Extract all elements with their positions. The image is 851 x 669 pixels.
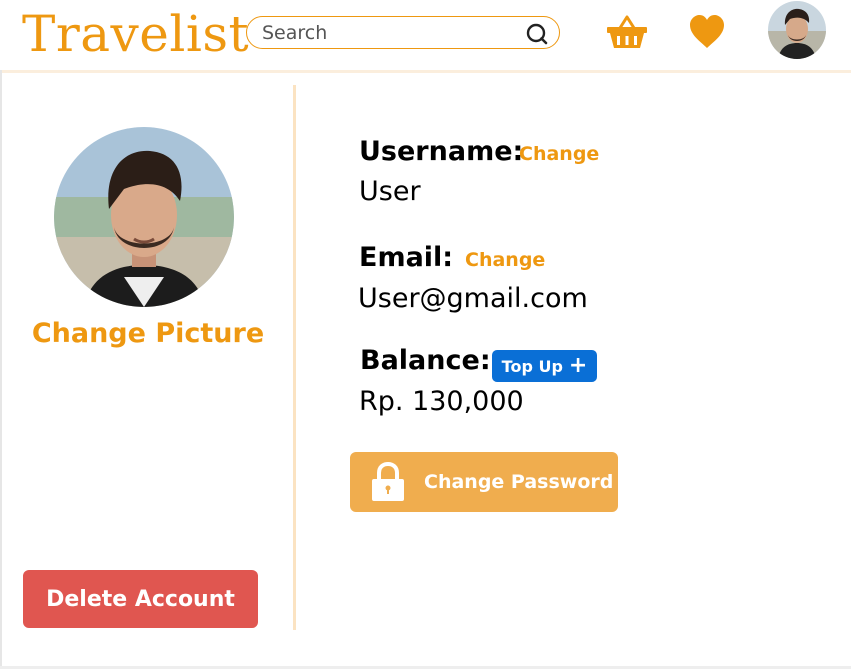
email-label: Email:: [359, 242, 454, 273]
delete-account-button[interactable]: Delete Account: [23, 570, 258, 628]
lock-icon: [372, 462, 404, 501]
left-border: [0, 70, 2, 669]
app-logo[interactable]: Travelist: [22, 2, 249, 66]
email-value: User@gmail.com: [358, 283, 588, 314]
change-username-link[interactable]: Change: [519, 143, 599, 165]
balance-label: Balance:: [360, 345, 491, 376]
vertical-divider: [293, 85, 296, 630]
avatar[interactable]: [768, 1, 826, 59]
change-password-label: Change Password: [424, 471, 614, 493]
top-up-button[interactable]: Top Up +: [492, 350, 597, 382]
plus-icon: +: [568, 353, 588, 378]
change-password-button[interactable]: Change Password: [350, 452, 618, 512]
change-picture-link[interactable]: Change Picture: [0, 318, 296, 349]
balance-value: Rp. 130,000: [359, 386, 524, 417]
search-input[interactable]: [260, 20, 514, 46]
search-icon[interactable]: [525, 22, 549, 46]
search-bar[interactable]: [246, 16, 560, 49]
top-up-label: Top Up: [501, 356, 563, 376]
username-label: Username:: [359, 136, 524, 167]
change-email-link[interactable]: Change: [465, 249, 545, 271]
header: Travelist: [0, 0, 851, 73]
username-value: User: [359, 176, 421, 207]
profile-picture: [54, 127, 234, 307]
basket-icon[interactable]: [606, 14, 648, 50]
heart-icon[interactable]: [689, 15, 725, 49]
